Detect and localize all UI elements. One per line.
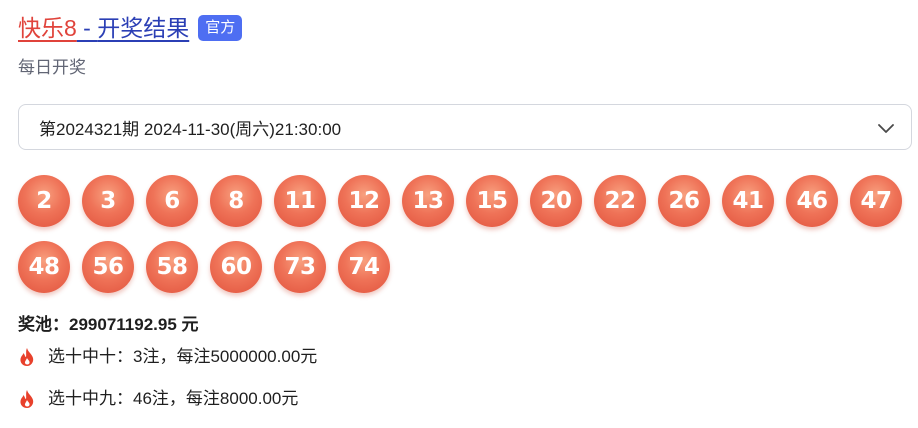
title-row: 快乐8 - 开奖结果 官方 [18, 10, 243, 46]
number-ball: 73 [274, 241, 326, 293]
number-ball: 22 [594, 175, 646, 227]
number-ball: 11 [274, 175, 326, 227]
prize-row: 选十中九：46注，每注8000.00元 [18, 387, 298, 411]
number-ball: 6 [146, 175, 198, 227]
fire-icon [20, 390, 34, 408]
number-ball: 12 [338, 175, 390, 227]
period-select[interactable]: 第2024321期 2024-11-30(周六)21:30:00 [18, 104, 912, 150]
prize-text: 选十中十：3注，每注5000000.00元 [48, 347, 318, 366]
period-select-value: 第2024321期 2024-11-30(周六)21:30:00 [39, 119, 342, 139]
number-ball: 46 [786, 175, 838, 227]
official-badge: 官方 [198, 15, 243, 41]
number-ball: 74 [338, 241, 390, 293]
jackpot-pool-label: 奖池： [18, 315, 69, 334]
jackpot-pool: 奖池：299071192.95 元 [18, 313, 199, 337]
fire-icon [20, 348, 34, 366]
number-ball: 15 [466, 175, 518, 227]
prize-text: 选十中九：46注，每注8000.00元 [48, 389, 299, 408]
number-ball: 41 [722, 175, 774, 227]
number-ball: 48 [18, 241, 70, 293]
number-ball: 56 [82, 241, 134, 293]
prize-row: 选十中十：3注，每注5000000.00元 [18, 345, 317, 369]
number-ball: 26 [658, 175, 710, 227]
jackpot-pool-value: 299071192.95 元 [69, 315, 199, 334]
number-ball: 20 [530, 175, 582, 227]
lottery-result-card: 快乐8 - 开奖结果 官方 每日开奖 第2024321期 2024-11-30(… [0, 0, 918, 428]
chevron-down-icon [878, 124, 894, 133]
number-ball: 58 [146, 241, 198, 293]
number-ball: 47 [850, 175, 902, 227]
number-ball: 8 [210, 175, 262, 227]
title-separator[interactable]: - [77, 12, 97, 44]
number-ball: 60 [210, 241, 262, 293]
number-ball: 2 [18, 175, 70, 227]
number-ball: 13 [402, 175, 454, 227]
title-link-game[interactable]: 快乐8 [18, 12, 77, 44]
title-link-results[interactable]: 开奖结果 [97, 12, 189, 44]
draw-frequency: 每日开奖 [18, 58, 86, 77]
number-ball: 3 [82, 175, 134, 227]
